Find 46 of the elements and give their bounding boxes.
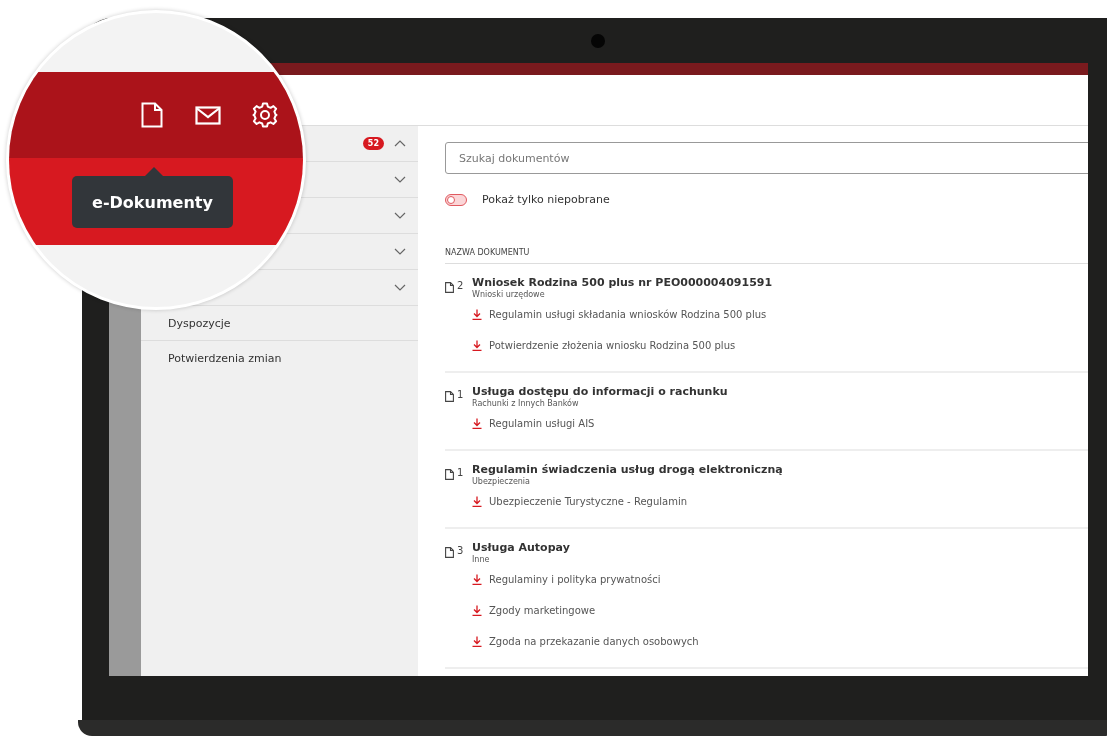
file-link[interactable]: Zgody marketingowe <box>489 605 596 616</box>
document-category: Wnioski urzędowe <box>472 290 546 299</box>
file-count: 2 <box>457 280 465 291</box>
tooltip: e-Dokumenty <box>72 176 233 228</box>
download-icon <box>472 605 482 616</box>
document-icon <box>445 391 454 402</box>
document-category: Inne <box>472 555 491 564</box>
download-icon <box>472 309 482 320</box>
file-link[interactable]: Ubezpieczenie Turystyczne - Regulamin <box>489 496 687 507</box>
file-link[interactable]: Regulamin usługi składania wniosków Rodzina 500 plus <box>489 309 767 320</box>
document-title: Wniosek Rodzina 500 plus nr PEO000004091591 <box>472 276 773 289</box>
sidebar-item[interactable]: Potwierdzenia zmian <box>141 341 418 375</box>
file-count: 3 <box>457 545 465 556</box>
chevron-icon[interactable] <box>394 284 406 291</box>
document-category: Ubezpieczenia <box>472 477 531 486</box>
download-icon <box>472 496 482 507</box>
column-header: NAZWA DOKUMENTU <box>445 248 1088 264</box>
file-link[interactable]: Potwierdzenie złożenia wniosku Rodzina 500 plus <box>489 340 736 351</box>
mail-icon[interactable] <box>195 106 221 125</box>
document-category: Rachunki z Innych Banków <box>472 399 580 408</box>
document-icon <box>445 547 454 558</box>
camera-dot <box>591 34 605 48</box>
chevron-icon[interactable] <box>394 140 406 147</box>
toggle-switch[interactable] <box>445 193 467 206</box>
download-icon <box>472 340 482 351</box>
file-link[interactable]: Zgoda na przekazanie danych osobowych <box>489 636 699 647</box>
settings-icon[interactable] <box>252 102 278 128</box>
document-title: Regulamin świadczenia usług drogą elektroniczną <box>472 463 783 476</box>
document-icon[interactable] <box>141 102 163 128</box>
toggle-label: Pokaż tylko niepobrane <box>482 193 610 206</box>
chevron-icon[interactable] <box>394 248 406 255</box>
search-field[interactable]: Szukaj dokumentów <box>445 142 1088 174</box>
file-link[interactable]: Regulaminy i polityka prywatności <box>489 574 661 585</box>
file-link[interactable]: Regulamin usługi AIS <box>489 418 595 429</box>
count-badge: 52 <box>362 137 384 150</box>
download-icon <box>472 418 482 429</box>
file-count: 1 <box>457 467 465 478</box>
document-icon <box>445 469 454 480</box>
chevron-icon[interactable] <box>394 176 406 183</box>
document-icon <box>445 282 454 293</box>
download-icon <box>472 636 482 647</box>
download-icon <box>472 574 482 585</box>
document-title: Usługa dostępu do informacji o rachunku <box>472 385 728 398</box>
document-title: Usługa Autopay <box>472 541 570 554</box>
chevron-icon[interactable] <box>394 212 406 219</box>
file-count: 1 <box>457 389 465 400</box>
